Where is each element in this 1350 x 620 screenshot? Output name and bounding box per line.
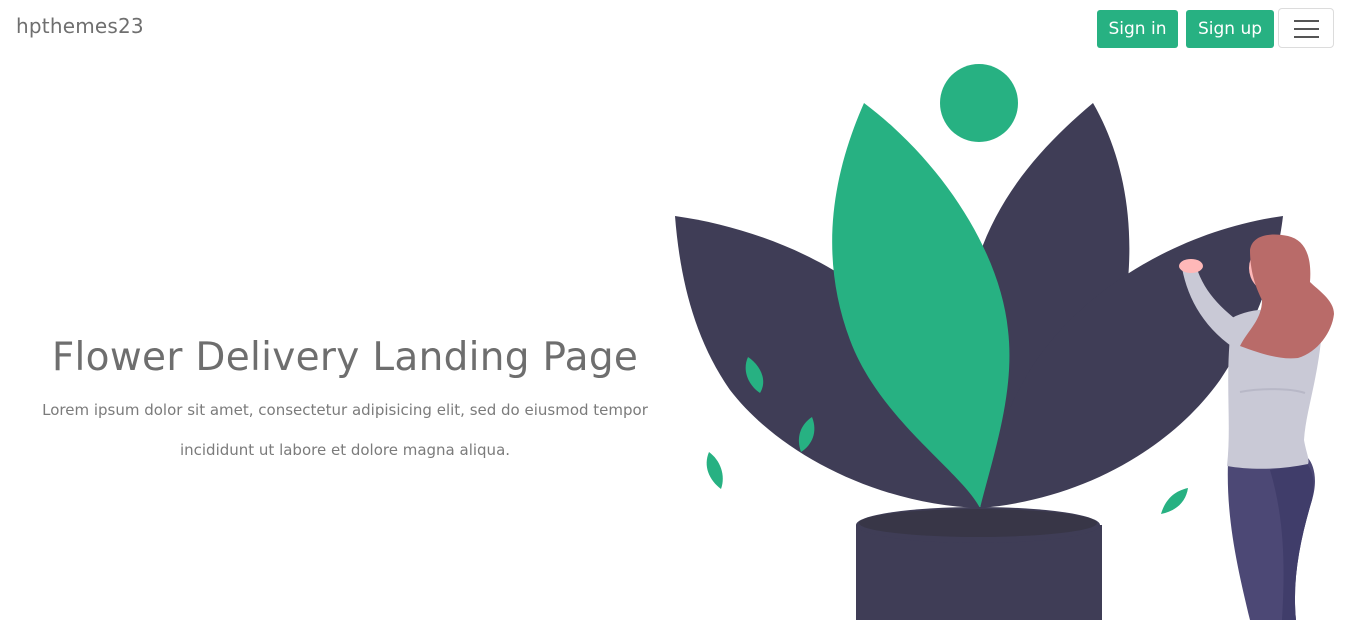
sign-up-button[interactable]: Sign up — [1186, 10, 1274, 48]
flower-pot-top — [859, 509, 1097, 537]
menu-toggle-button[interactable] — [1278, 8, 1334, 48]
sun-circle — [940, 64, 1018, 142]
brand-logo[interactable]: hpthemes23 — [16, 14, 144, 38]
leaf-3 — [706, 452, 723, 489]
hero-section: Flower Delivery Landing Page Lorem ipsum… — [0, 330, 690, 470]
hero-title: Flower Delivery Landing Page — [51, 335, 639, 380]
hero-subtitle: Lorem ipsum dolor sit amet, consectetur … — [42, 401, 648, 459]
navbar: hpthemes23 Sign in Sign up — [0, 0, 1350, 58]
flower-delivery-illustration — [675, 64, 1334, 620]
leaf-4 — [1161, 488, 1188, 514]
sign-in-button[interactable]: Sign in — [1097, 10, 1178, 48]
